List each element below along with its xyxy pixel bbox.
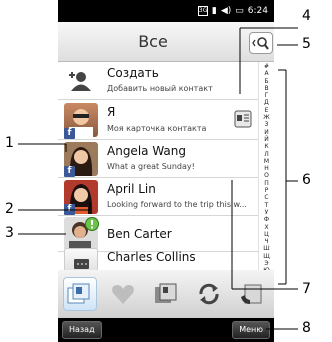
callout-label: 2 [5, 201, 14, 217]
callout-label: 1 [5, 135, 14, 151]
callout-label: 8 [302, 320, 311, 336]
callout-label: 6 [302, 172, 311, 188]
callout-lines [18, 27, 298, 330]
callout-label: 4 [302, 8, 311, 24]
callout-label: 3 [5, 225, 14, 241]
callout-label: 7 [302, 281, 311, 297]
callout-label: 5 [302, 36, 311, 52]
